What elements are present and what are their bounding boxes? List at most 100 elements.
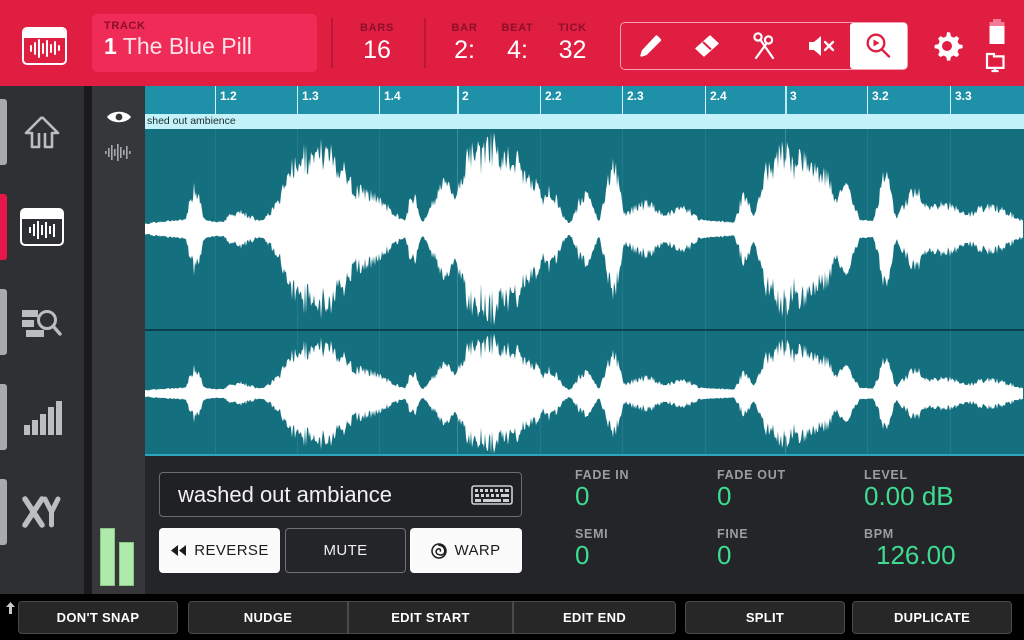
rewind-icon: [171, 545, 187, 556]
function-bar: DON'T SNAP NUDGE EDIT START EDIT END SPL…: [0, 594, 1024, 640]
fade-out-param[interactable]: FADE OUT 0: [717, 468, 786, 512]
ruler-tickmark: [950, 105, 951, 114]
waveform-canvas[interactable]: [145, 129, 1024, 456]
waveform-gridline: [379, 129, 380, 456]
fade-in-label: FADE IN: [575, 468, 630, 482]
level-meter-bar-left: [99, 528, 115, 586]
sidebar-edge-marker: [0, 384, 7, 450]
waveform-icon[interactable]: [104, 143, 134, 166]
sidebar-item-home[interactable]: [0, 86, 84, 178]
waveform-gridline-bar: [785, 129, 786, 456]
clip-name-strip[interactable]: shed out ambience: [145, 114, 1024, 129]
bar-label: BAR: [451, 22, 478, 34]
eraser-icon[interactable]: [678, 23, 735, 69]
track-name: The Blue Pill: [122, 33, 252, 59]
ruler-tickmark: [379, 105, 380, 114]
tick-readout[interactable]: TICK 32: [545, 22, 600, 65]
sidebar-edge-marker: [0, 99, 7, 165]
waveform-channel-right: [145, 331, 1024, 456]
mute-speaker-icon[interactable]: [793, 23, 850, 69]
beat-value: 4:: [507, 36, 528, 64]
xy-pad-icon: [22, 496, 61, 528]
bars-readout[interactable]: BARS 16: [341, 22, 413, 65]
bars-label: BARS: [360, 22, 394, 34]
scissors-icon[interactable]: [735, 23, 792, 69]
ruler-tickmark: [297, 105, 298, 114]
spiral-icon: [431, 542, 448, 559]
nudge-button[interactable]: NUDGE: [188, 601, 348, 634]
warp-label: WARP: [454, 542, 501, 559]
dont-snap-button[interactable]: DON'T SNAP: [18, 601, 178, 634]
sidebar-item-mixer[interactable]: [0, 371, 84, 463]
header-divider: [424, 18, 426, 68]
level-label: LEVEL: [864, 468, 908, 482]
fade-out-label: FADE OUT: [717, 468, 786, 482]
waveform-gridline-bar: [457, 129, 458, 456]
semi-param[interactable]: SEMI 0: [575, 527, 608, 571]
magnifier-play-icon[interactable]: [849, 23, 908, 69]
timeline-ruler[interactable]: 1.2 1.3 1.4 2 2.2 2.3 2.4 3 3.2 3.3: [145, 86, 1024, 114]
mpc-sample-edit-screen: TRACK 1 The Blue Pill BARS 16 BAR 2: BEAT…: [0, 0, 1024, 640]
beat-readout[interactable]: BEAT 4:: [490, 22, 545, 65]
edit-start-button[interactable]: EDIT START: [348, 601, 513, 634]
semi-label: SEMI: [575, 527, 609, 541]
bpm-param[interactable]: BPM 126.00: [864, 527, 956, 571]
bars-value: 16: [363, 36, 391, 64]
bar-value: 2:: [454, 36, 475, 64]
track-number: 1: [104, 33, 117, 59]
ruler-tickmark: [540, 105, 541, 114]
reverse-button[interactable]: REVERSE: [159, 528, 280, 573]
sample-browse-icon: [22, 310, 62, 337]
home-arrow-icon: [24, 116, 60, 149]
duplicate-button[interactable]: DUPLICATE: [852, 601, 1012, 634]
header-bar: TRACK 1 The Blue Pill BARS 16 BAR 2: BEAT…: [0, 0, 1024, 86]
waveform-gridline: [215, 129, 216, 456]
level-param[interactable]: LEVEL 0.00 dB: [864, 468, 954, 512]
waveform-gridline: [867, 129, 868, 456]
left-sidebar: [0, 86, 84, 594]
gear-icon[interactable]: [928, 28, 966, 64]
bar-readout[interactable]: BAR 2:: [437, 22, 492, 65]
ruler-tickmark: [622, 105, 623, 114]
sidebar-item-xy-pad[interactable]: [0, 466, 84, 558]
sample-edit-icon: [20, 208, 64, 246]
edit-end-button[interactable]: EDIT END: [513, 601, 676, 634]
mute-button[interactable]: MUTE: [285, 528, 406, 573]
display-icon[interactable]: [984, 50, 1010, 79]
sidebar-item-sample-browse[interactable]: [0, 276, 84, 368]
sample-edit-icon: [22, 27, 67, 65]
sidebar-edge-marker: [0, 289, 7, 355]
track-column: [92, 86, 145, 594]
keyboard-icon[interactable]: [471, 483, 513, 507]
waveform-gridline: [622, 129, 623, 456]
waveform-gridline: [705, 129, 706, 456]
level-meter: [99, 522, 138, 586]
beat-label: BEAT: [501, 22, 534, 34]
ruler-tickmark: [215, 105, 216, 114]
bpm-label: BPM: [864, 527, 894, 541]
sample-name-field[interactable]: washed out ambiance: [159, 472, 522, 517]
split-button[interactable]: SPLIT: [685, 601, 845, 634]
fade-in-param[interactable]: FADE IN 0: [575, 468, 629, 512]
ruler-tickmark: [867, 105, 868, 114]
waveform-channel-left: [145, 129, 1024, 329]
reverse-label: REVERSE: [194, 542, 269, 559]
fade-out-value: 0: [717, 481, 732, 511]
tick-label: TICK: [558, 22, 587, 34]
waveform-gridline: [950, 129, 951, 456]
pencil-icon[interactable]: [621, 23, 678, 69]
eye-icon[interactable]: [106, 109, 132, 130]
sidebar-edge-marker: [0, 479, 7, 545]
level-value: 0.00 dB: [864, 481, 954, 511]
track-label: TRACK: [104, 20, 146, 32]
fine-value: 0: [717, 540, 732, 570]
level-meter-bar-right: [118, 542, 134, 586]
warp-button[interactable]: WARP: [410, 528, 522, 573]
tick-value: 32: [558, 36, 587, 64]
fine-param[interactable]: FINE 0: [717, 527, 748, 571]
sidebar-item-sample-edit[interactable]: [0, 181, 84, 273]
semi-value: 0: [575, 540, 590, 570]
waveform-display[interactable]: 1.2 1.3 1.4 2 2.2 2.3 2.4 3 3.2 3.3 shed out ambi…: [145, 86, 1024, 456]
up-arrow-icon[interactable]: [5, 601, 16, 620]
track-selector[interactable]: TRACK 1 The Blue Pill: [92, 14, 317, 72]
